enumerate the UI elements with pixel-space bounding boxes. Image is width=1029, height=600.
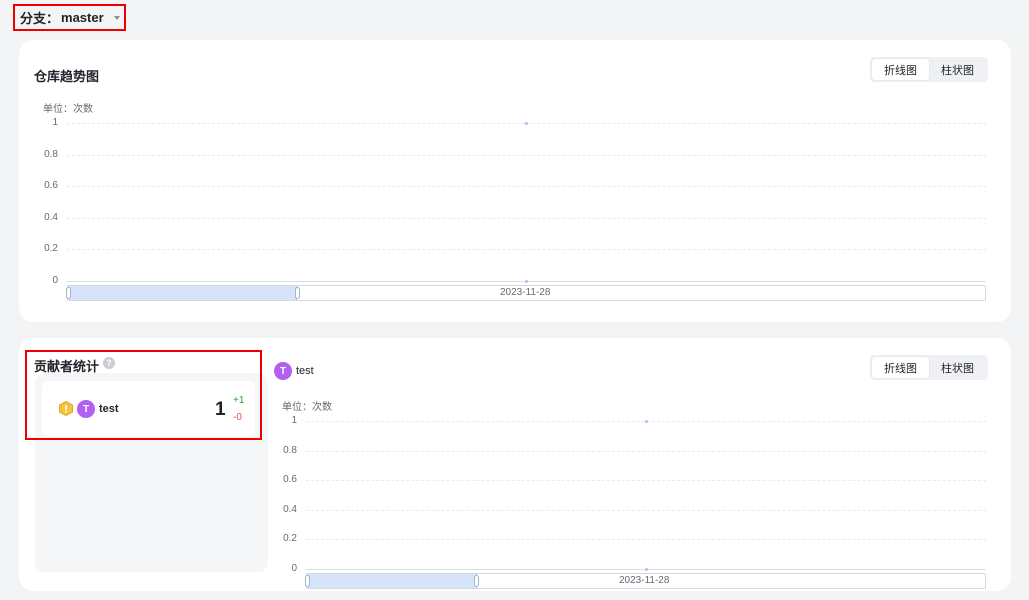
y-tick-label: 0.2: [44, 243, 58, 255]
repo-trend-unit: 单位：次数: [43, 104, 93, 115]
branch-selector[interactable]: 分支： master: [13, 4, 126, 31]
grid-line: [306, 509, 986, 511]
repo-trend-card: [19, 40, 1011, 322]
gold-medal-icon: [59, 401, 73, 416]
grid-line: [306, 539, 986, 541]
tab-line-chart[interactable]: 折线图: [872, 59, 929, 80]
contributor-name: test: [99, 403, 119, 415]
y-tick-label: 0.8: [44, 148, 58, 160]
zoom-start-handle[interactable]: [66, 287, 71, 299]
zoom-selected-range[interactable]: [307, 574, 477, 588]
grid-line: [306, 480, 986, 482]
branch-label: 分支：: [20, 11, 60, 26]
grid-line: [67, 154, 986, 156]
selected-contributor-avatar: T: [274, 362, 292, 380]
contributor-zoom-slider[interactable]: 2023-11-28: [305, 573, 986, 589]
y-tick-label: 0.8: [283, 444, 297, 456]
data-point[interactable]: [525, 121, 528, 125]
contributor-additions: +1: [233, 395, 245, 406]
x-category-marker: [644, 567, 648, 571]
contributor-deletions: -0: [233, 412, 242, 423]
zoom-selected-range[interactable]: [68, 286, 298, 300]
zoom-date-label: 2023-11-28: [619, 575, 670, 586]
y-tick-label: 0.4: [283, 503, 297, 515]
grid-line: [67, 186, 986, 188]
y-tick-label: 0.4: [44, 211, 58, 223]
tab-line-chart[interactable]: 折线图: [872, 357, 929, 378]
grid-line: [67, 217, 986, 219]
avatar: T: [77, 400, 95, 418]
y-tick-label: 0.6: [44, 180, 58, 192]
contributor-chart-unit: 单位：次数: [282, 402, 332, 413]
contributor-commit-count: 1: [215, 399, 226, 420]
repo-trend-chart-toggle: 折线图 柱状图: [870, 57, 988, 82]
tab-bar-chart[interactable]: 柱状图: [929, 357, 986, 378]
branch-value: master: [61, 10, 104, 25]
tab-bar-chart[interactable]: 柱状图: [929, 59, 986, 80]
grid-line: [306, 450, 986, 452]
y-tick-label: 0: [291, 563, 297, 574]
zoom-date-label: 2023-11-28: [500, 287, 551, 298]
y-tick-label: 1: [291, 415, 297, 426]
data-point[interactable]: [644, 419, 648, 423]
grid-line: [67, 249, 986, 251]
repo-trend-zoom-slider[interactable]: 2023-11-28: [66, 285, 986, 301]
selected-contributor-name: test: [296, 365, 314, 377]
y-tick-label: 1: [52, 117, 58, 128]
zoom-end-handle[interactable]: [295, 287, 300, 299]
caret-down-icon: [113, 15, 120, 20]
y-tick-label: 0.2: [283, 533, 297, 545]
contributor-chart-toggle: 折线图 柱状图: [870, 355, 988, 380]
x-category-marker: [525, 279, 528, 283]
zoom-end-handle[interactable]: [474, 575, 479, 587]
zoom-start-handle[interactable]: [305, 575, 310, 587]
y-tick-label: 0.6: [283, 474, 297, 486]
y-tick-label: 0: [52, 275, 58, 286]
repo-trend-title: 仓库趋势图: [34, 69, 100, 84]
